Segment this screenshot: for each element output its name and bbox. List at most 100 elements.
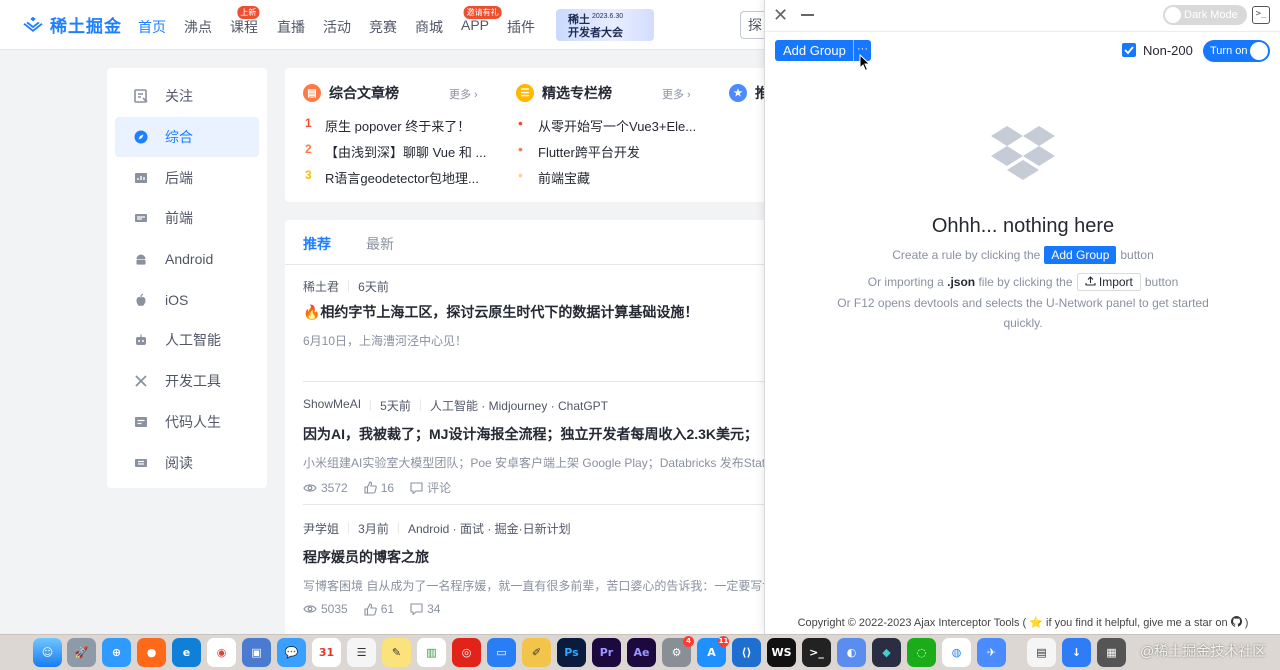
copyright-footer: Copyright © 2022-2023 Ajax Interceptor T…	[765, 616, 1280, 629]
rank-row[interactable]: 2【由浅到深】聊聊 Vue 和 ...	[305, 142, 486, 161]
sidebar-item-android[interactable]: Android	[115, 239, 259, 280]
thumbs-up-icon	[364, 603, 377, 616]
juejin-logo[interactable]: 稀土掘金	[22, 12, 122, 37]
tab-latest[interactable]: 最新	[366, 234, 394, 254]
nav-plugins[interactable]: 插件	[507, 17, 535, 37]
document-icon[interactable]: ▤	[1027, 638, 1056, 667]
article-author[interactable]: ShowMeAI	[303, 397, 361, 414]
safari-icon[interactable]: ⊕	[102, 638, 131, 667]
column-ranking: ☰ 精选专栏榜 更多 › •从零开始写一个Vue3+Ele... •Flutte…	[516, 82, 696, 104]
calendar-icon[interactable]: 31	[312, 638, 341, 667]
sidebar-item-label: 阅读	[165, 453, 193, 473]
dark-mode-toggle[interactable]: Dark Mode	[1163, 5, 1247, 25]
article-title[interactable]: 🔥相约字节上海工区，探讨云原生时代下的数据计算基础设施！	[303, 302, 698, 322]
article-title[interactable]: 因为AI，我被裁了；MJ设计海报全流程；独立开发者每周收入2.3K美元；	[303, 424, 758, 444]
hint-text: button	[1120, 248, 1153, 262]
toggle-knob	[1165, 7, 1181, 23]
sidebar-item-follow[interactable]: 关注	[115, 76, 259, 117]
article-stats: 5035 61 34	[303, 602, 440, 616]
devtools-icon[interactable]: >_	[1252, 6, 1270, 24]
add-group-button[interactable]: Add Group ···	[775, 40, 871, 61]
non200-checkbox[interactable]	[1122, 43, 1136, 57]
article-tags[interactable]: Android · 面试 · 掘金·日新计划	[408, 520, 571, 537]
more-link[interactable]: 更多 ›	[449, 86, 478, 102]
netease-music-icon[interactable]: ◎	[452, 638, 481, 667]
system-settings-icon[interactable]: ⚙4	[662, 638, 691, 667]
tab-recommended[interactable]: 推荐	[303, 234, 331, 254]
like-button[interactable]: 61	[364, 602, 394, 616]
nav-courses[interactable]: 课程 上新	[230, 17, 258, 37]
screenshot-folder-icon[interactable]: ▦	[1097, 638, 1126, 667]
close-icon[interactable]: ✕	[773, 6, 791, 24]
nav-events[interactable]: 活动	[323, 17, 351, 37]
vscode-icon[interactable]: ⟨⟩	[732, 638, 761, 667]
chrome-icon[interactable]: ◉	[207, 638, 236, 667]
webstorm-icon[interactable]: WS	[767, 638, 796, 667]
mouse-cursor-icon	[859, 54, 871, 72]
messages-icon[interactable]: 💬	[277, 638, 306, 667]
import-button[interactable]: Import	[1077, 273, 1141, 291]
sourcetree-icon[interactable]: ◆	[872, 638, 901, 667]
keynote-icon[interactable]: ▭	[487, 638, 516, 667]
feishu-icon[interactable]: ✈	[977, 638, 1006, 667]
notes-icon[interactable]: ✎	[382, 638, 411, 667]
nav-pins[interactable]: 沸点	[184, 17, 212, 37]
rank-row[interactable]: •Flutter跨平台开发	[518, 142, 640, 161]
wechat-icon[interactable]: ◌	[907, 638, 936, 667]
code-life-icon	[133, 414, 149, 430]
sidebar-item-backend[interactable]: 后端	[115, 157, 259, 198]
inline-add-group-button[interactable]: Add Group	[1044, 246, 1116, 264]
comment-button[interactable]: 评论	[410, 479, 451, 496]
photoshop-icon[interactable]: Ps	[557, 638, 586, 667]
sidebar-item-frontend[interactable]: 前端	[115, 198, 259, 239]
preview-icon[interactable]: ▣	[242, 638, 271, 667]
sidebar-item-ai[interactable]: 人工智能	[115, 320, 259, 361]
pages-icon[interactable]: ✐	[522, 638, 551, 667]
downloads-icon[interactable]: ↓	[1062, 638, 1091, 667]
edge-icon[interactable]: e	[172, 638, 201, 667]
terminal-icon[interactable]: >_	[802, 638, 831, 667]
sidebar-item-devtools[interactable]: 开发工具	[115, 361, 259, 402]
nav-shop[interactable]: 商城	[415, 17, 443, 37]
nav-home[interactable]: 首页	[138, 17, 166, 37]
comment-button[interactable]: 34	[410, 602, 440, 616]
nav-live[interactable]: 直播	[277, 17, 305, 37]
article-rank-icon: ▤	[303, 84, 321, 102]
sidebar-item-general[interactable]: 综合	[115, 117, 259, 158]
minimize-icon[interactable]	[801, 14, 814, 16]
github-icon[interactable]	[1231, 616, 1242, 627]
sidebar-item-ios[interactable]: iOS	[115, 279, 259, 320]
sidebar-item-code-life[interactable]: 代码人生	[115, 402, 259, 443]
like-button[interactable]: 16	[364, 479, 394, 496]
after-effects-icon[interactable]: Ae	[627, 638, 656, 667]
more-link[interactable]: 更多 ›	[662, 86, 691, 102]
appstore-icon[interactable]: A11	[697, 638, 726, 667]
meta-divider: |	[369, 397, 372, 414]
article-time: 3月前	[358, 520, 389, 537]
reminders-icon[interactable]: ☰	[347, 638, 376, 667]
nav-app[interactable]: APP 邀请有礼	[461, 17, 489, 33]
comments-count: 34	[427, 602, 440, 616]
rank-row[interactable]: 1原生 popover 终于来了！	[305, 116, 470, 135]
juejin-logo-icon	[22, 14, 44, 36]
premiere-icon[interactable]: Pr	[592, 638, 621, 667]
article-author[interactable]: 尹学姐	[303, 520, 339, 537]
finder-icon[interactable]: ☺	[33, 638, 62, 667]
nav-contests[interactable]: 竞赛	[369, 17, 397, 37]
sidebar-item-reading[interactable]: 阅读	[115, 442, 259, 483]
logo-text: 稀土掘金	[50, 12, 122, 37]
article-author[interactable]: 稀土君	[303, 278, 339, 295]
rank-row[interactable]: 3R语言geodetector包地理...	[305, 168, 479, 187]
views-stat: 3572	[303, 479, 348, 496]
lark-icon[interactable]: ◍	[942, 638, 971, 667]
numbers-icon[interactable]: ▥	[417, 638, 446, 667]
conference-banner[interactable]: 稀土 2023.6.30 开发者大会	[556, 9, 654, 41]
finder-helper-icon[interactable]: ◐	[837, 638, 866, 667]
firefox-icon[interactable]: ●	[137, 638, 166, 667]
article-tags[interactable]: 人工智能 · Midjourney · ChatGPT	[430, 397, 608, 414]
article-title[interactable]: 程序媛员的博客之旅	[303, 547, 429, 567]
turn-on-switch[interactable]: Turn on	[1203, 40, 1270, 62]
launchpad-icon[interactable]: 🚀	[67, 638, 96, 667]
rank-row[interactable]: •前端宝藏	[518, 168, 590, 187]
rank-row[interactable]: •从零开始写一个Vue3+Ele...	[518, 116, 696, 135]
